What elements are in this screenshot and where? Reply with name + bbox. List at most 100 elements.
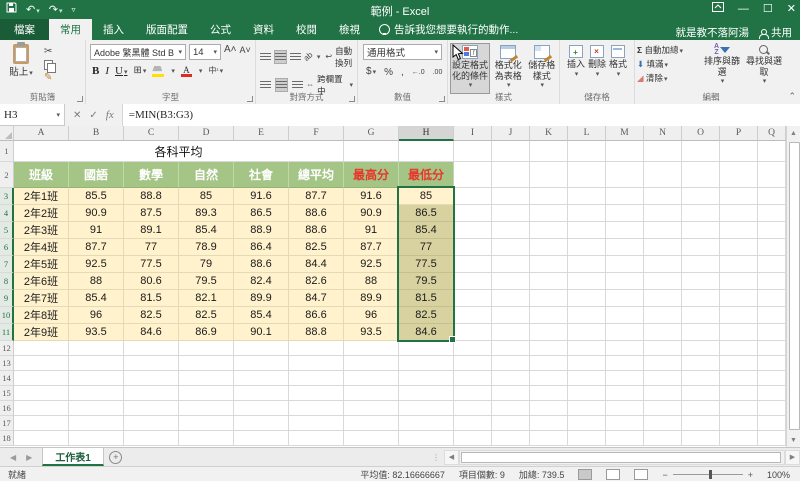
cell-M14[interactable] [606,371,644,386]
ribbon-display-options-icon[interactable] [712,2,724,15]
scroll-right-icon[interactable]: ▶ [785,450,800,465]
sheet-nav-left-icon[interactable]: ◀ [10,453,16,462]
cell-F8[interactable]: 82.6 [289,273,344,290]
cell-H13[interactable] [399,356,454,371]
phonetic-icon[interactable]: 中ᶻ▾ [208,65,223,77]
cell-B17[interactable] [69,416,124,431]
enter-icon[interactable]: ✓ [89,110,97,121]
col-header-B[interactable]: B [69,126,124,141]
undo-icon[interactable]: ↶▾ [26,3,40,16]
percent-icon[interactable]: % [384,67,393,79]
font-color-icon[interactable]: A [181,66,192,77]
cell-A12[interactable] [14,341,69,356]
tab-formulas[interactable]: 公式 [199,19,242,40]
cell-M9[interactable] [606,290,644,307]
clear-button[interactable]: ◢ 清除▾ [637,72,699,84]
cell-F15[interactable] [289,386,344,401]
vertical-scroll-thumb[interactable] [789,142,800,430]
col-header-P[interactable]: P [720,126,758,141]
cell-H11[interactable]: 84.6 [399,324,454,341]
cell-Q10[interactable] [758,307,786,324]
cell-B12[interactable] [69,341,124,356]
cell-M4[interactable] [606,205,644,222]
cell-P8[interactable] [720,273,758,290]
cell-C4[interactable]: 87.5 [124,205,179,222]
col-header-Q[interactable]: Q [758,126,786,141]
cell-O10[interactable] [682,307,720,324]
cell-F13[interactable] [289,356,344,371]
cell-J15[interactable] [492,386,530,401]
cell-C16[interactable] [124,401,179,416]
cell-K11[interactable] [530,324,568,341]
cell-L14[interactable] [568,371,606,386]
delete-cells-button[interactable]: × 刪除▾ [588,45,606,80]
vertical-scrollbar[interactable]: ▲ ▼ [786,126,800,447]
font-dialog-launcher[interactable] [247,96,253,102]
zoom-in-button[interactable]: + [748,470,753,480]
cell-L5[interactable] [568,222,606,239]
cell-K18[interactable] [530,431,568,446]
cell-D9[interactable]: 82.1 [179,290,234,307]
cell-H12[interactable] [399,341,454,356]
row-header-7[interactable]: 7 [0,256,14,273]
cell-J13[interactable] [492,356,530,371]
cell-Q3[interactable] [758,188,786,205]
cell-O17[interactable] [682,416,720,431]
zoom-slider-thumb[interactable] [709,470,712,479]
cell-K2[interactable] [530,162,568,188]
zoom-level[interactable]: 100% [767,470,790,480]
cell-E6[interactable]: 86.4 [234,239,289,256]
cell-H4[interactable]: 86.5 [399,205,454,222]
increase-decimal-icon[interactable]: ←.0 [412,67,425,79]
row-header-9[interactable]: 9 [0,290,14,307]
share-button[interactable]: 共用 [759,25,792,40]
cell-H16[interactable] [399,401,454,416]
cell-J8[interactable] [492,273,530,290]
cell-N10[interactable] [644,307,682,324]
cell-E17[interactable] [234,416,289,431]
wrap-text-label[interactable]: 自動換列 [335,45,353,69]
cell-Q9[interactable] [758,290,786,307]
cell-C8[interactable]: 80.6 [124,273,179,290]
cell-P7[interactable] [720,256,758,273]
cell-G15[interactable] [344,386,399,401]
cell-H15[interactable] [399,386,454,401]
cell-G17[interactable] [344,416,399,431]
cell-N13[interactable] [644,356,682,371]
cell-F16[interactable] [289,401,344,416]
maximize-button[interactable]: ☐ [763,2,773,15]
cell-P1[interactable] [720,141,758,162]
cell-N16[interactable] [644,401,682,416]
cell-O11[interactable] [682,324,720,341]
cell-B7[interactable]: 92.5 [69,256,124,273]
cell-H1[interactable] [399,141,454,162]
cell-E7[interactable]: 88.6 [234,256,289,273]
cell-B15[interactable] [69,386,124,401]
cell-A6[interactable]: 2年4班 [14,239,69,256]
cell-H6[interactable]: 77 [399,239,454,256]
cell-D6[interactable]: 78.9 [179,239,234,256]
font-size-combo[interactable]: 14▾ [189,44,221,60]
cell-M13[interactable] [606,356,644,371]
cell-I15[interactable] [454,386,492,401]
cut-icon[interactable]: ✂ [44,46,54,58]
scroll-left-icon[interactable]: ◀ [444,450,459,465]
cell-P9[interactable] [720,290,758,307]
row-header-12[interactable]: 12 [0,341,14,356]
format-cells-button[interactable]: 格式▾ [609,45,627,80]
cell-P14[interactable] [720,371,758,386]
cell-I8[interactable] [454,273,492,290]
cell-L13[interactable] [568,356,606,371]
cell-H14[interactable] [399,371,454,386]
cell-M6[interactable] [606,239,644,256]
cell-K4[interactable] [530,205,568,222]
tell-me-box[interactable]: 告訴我您想要執行的動作... [371,19,526,40]
cell-C12[interactable] [124,341,179,356]
cell-F10[interactable]: 86.6 [289,307,344,324]
zoom-slider[interactable] [673,474,743,475]
cell-E4[interactable]: 86.5 [234,205,289,222]
cell-L9[interactable] [568,290,606,307]
cell-D14[interactable] [179,371,234,386]
cell-D4[interactable]: 89.3 [179,205,234,222]
cell-A16[interactable] [14,401,69,416]
